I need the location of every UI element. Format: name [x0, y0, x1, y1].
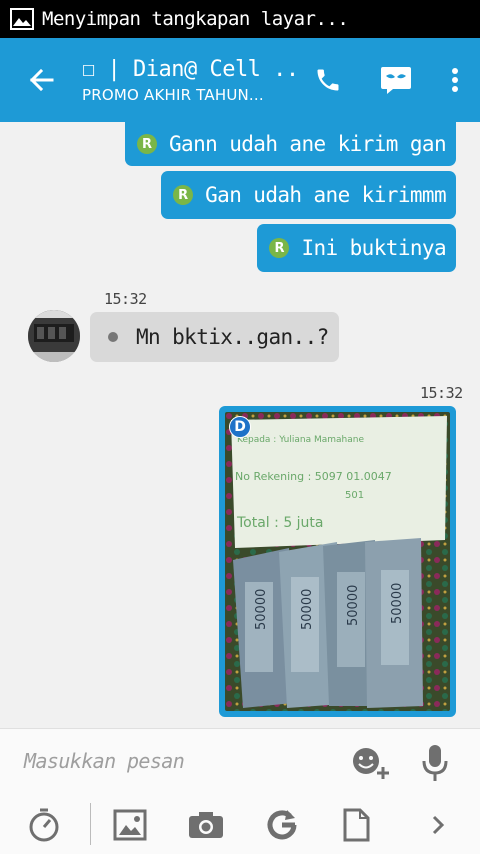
chevron-right-icon — [432, 815, 445, 835]
composer: Masukkan pesan — [0, 728, 480, 854]
gallery-icon — [113, 809, 147, 841]
outgoing-message[interactable]: R Ini buktinya — [257, 224, 456, 272]
gallery-button[interactable] — [110, 805, 150, 845]
more-vert-icon — [452, 68, 458, 92]
more-options-button[interactable] — [430, 38, 480, 122]
voice-button[interactable] — [420, 743, 450, 783]
refresh-button[interactable] — [262, 805, 302, 845]
toolbar-divider — [90, 803, 91, 845]
emoji-add-icon — [353, 748, 389, 779]
outgoing-message[interactable]: R Gann udah ane kirim gan — [125, 122, 456, 166]
photo-text-rekening2: 501 — [345, 490, 364, 501]
secret-chat-button[interactable] — [362, 38, 430, 122]
message-text: Mn bktix..gan..? — [136, 325, 329, 349]
image-timestamp: 15:32 — [420, 384, 463, 402]
back-arrow-icon — [29, 68, 54, 92]
camera-button[interactable] — [186, 805, 226, 845]
document-button[interactable] — [336, 805, 376, 845]
unread-dot — [108, 332, 118, 342]
image-message[interactable]: Kepada : Yuliana Mamahane No Rekening : … — [219, 406, 456, 717]
photo-text-total: Total : 5 juta — [236, 515, 324, 531]
avatar-image — [28, 310, 80, 362]
outgoing-message[interactable]: R Gan udah ane kirimmm — [161, 171, 456, 219]
document-icon — [343, 808, 370, 842]
phone-icon — [317, 69, 339, 91]
message-text: Gan udah ane kirimmm — [205, 183, 446, 207]
refresh-g-icon — [267, 810, 297, 840]
camera-icon — [189, 812, 223, 838]
timer-icon — [29, 808, 59, 842]
conversation-header[interactable]: ☐ | Dian@ Cell ... PROMO AKHIR TAHUN... — [82, 57, 294, 104]
contact-avatar[interactable] — [28, 310, 80, 362]
banknote-value: 50000 — [346, 585, 361, 626]
app-bar: ☐ | Dian@ Cell ... PROMO AKHIR TAHUN... — [0, 38, 480, 122]
delivered-badge: D — [229, 416, 251, 438]
photo-text-kepada: Kepada : Yuliana Mamahane — [237, 435, 364, 445]
banknote-stack: 50000 50000 50000 50000 — [233, 538, 423, 708]
image-icon — [10, 8, 34, 30]
timer-button[interactable] — [24, 805, 64, 845]
call-button[interactable] — [294, 38, 362, 122]
message-text: Ini buktinya — [301, 236, 446, 260]
back-button[interactable] — [0, 38, 82, 122]
emoji-button[interactable] — [350, 745, 392, 781]
status-text: Menyimpan tangkapan layar... — [42, 8, 349, 30]
read-receipt-badge: R — [269, 238, 290, 258]
conversation-subtitle: PROMO AKHIR TAHUN... — [82, 85, 264, 104]
mask-icon — [381, 67, 411, 94]
attachment-toolbar — [0, 799, 480, 854]
conversation-title: ☐ | Dian@ Cell ... — [82, 56, 294, 82]
message-input[interactable]: Masukkan pesan — [24, 749, 324, 773]
banknote-value: 50000 — [254, 589, 269, 630]
banknote-value: 50000 — [390, 583, 405, 624]
read-receipt-badge: R — [173, 185, 194, 205]
photo-text-rekening: No Rekening : 5097 01.0047 — [235, 470, 392, 483]
read-receipt-badge: R — [137, 134, 157, 154]
incoming-timestamp: 15:32 — [104, 290, 147, 308]
transfer-proof-photo[interactable]: Kepada : Yuliana Mamahane No Rekening : … — [225, 412, 450, 711]
banknote-value: 50000 — [300, 589, 315, 630]
status-bar: Menyimpan tangkapan layar... — [0, 0, 480, 38]
input-row: Masukkan pesan — [0, 729, 480, 797]
chat-area[interactable]: R Gann udah ane kirim gan R Gan udah ane… — [0, 122, 480, 728]
photo-content: Kepada : Yuliana Mamahane No Rekening : … — [225, 412, 450, 711]
more-tools-button[interactable] — [418, 805, 458, 845]
message-text: Gann udah ane kirim gan — [169, 132, 447, 156]
incoming-message[interactable]: Mn bktix..gan..? — [90, 312, 339, 362]
microphone-icon — [422, 745, 448, 781]
